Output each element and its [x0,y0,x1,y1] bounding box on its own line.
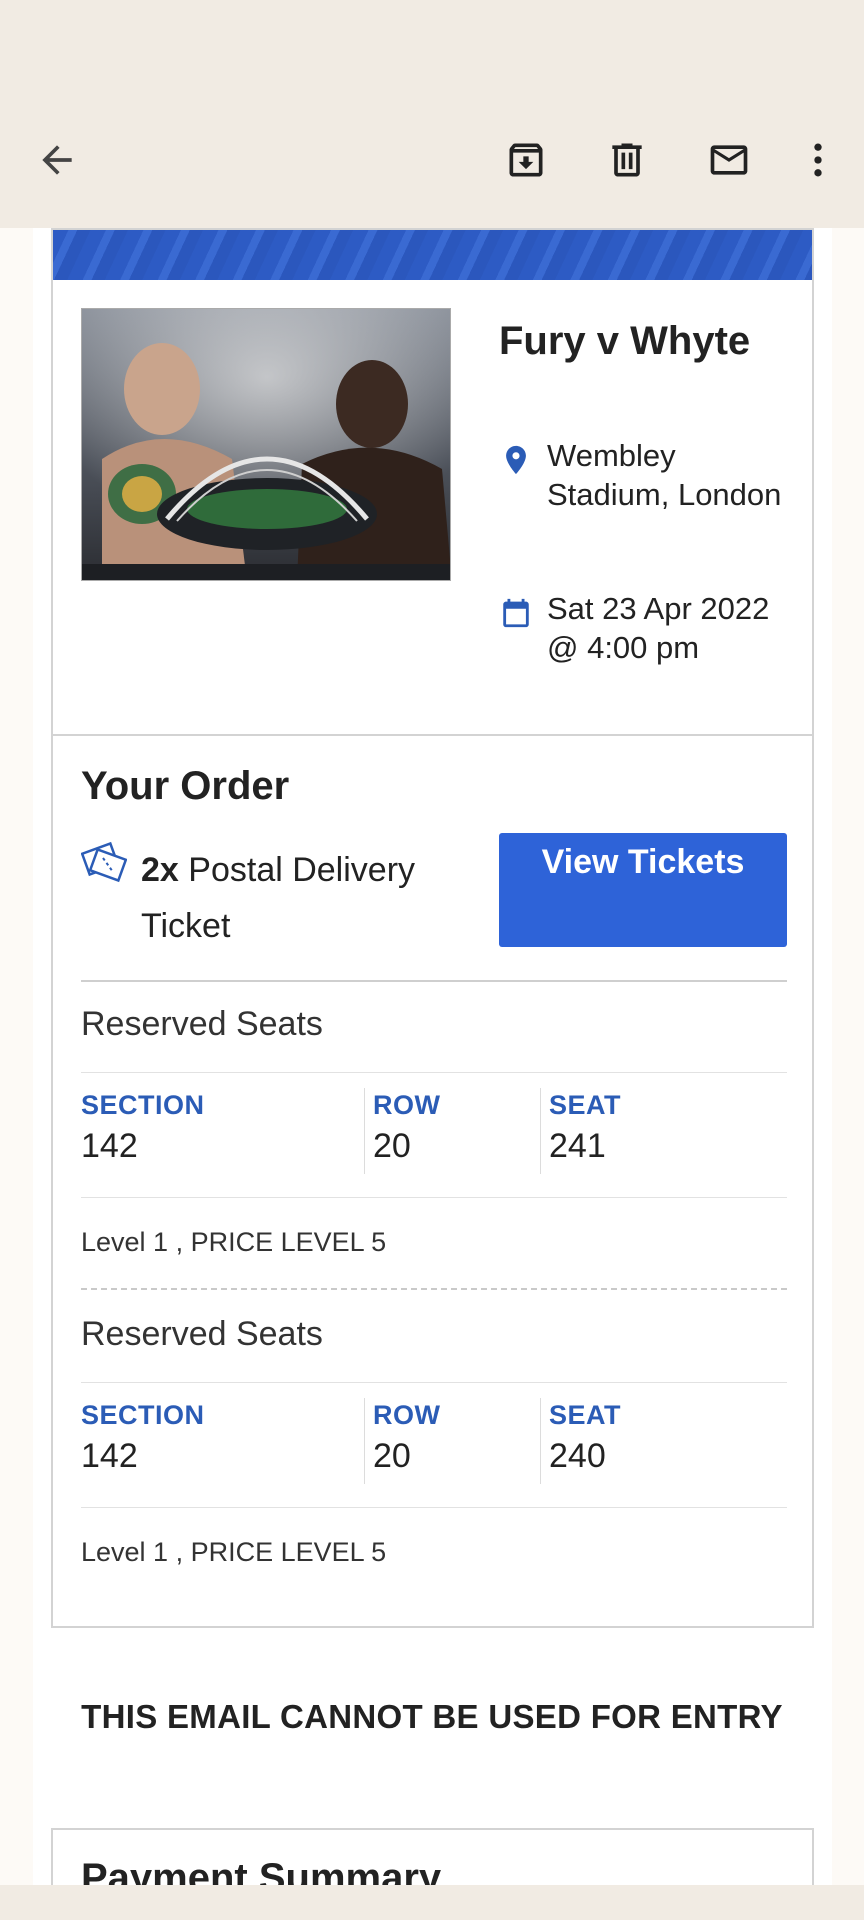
column-divider [364,1088,365,1174]
ticket-type: Postal Delivery Ticket [141,851,416,945]
divider [81,1072,787,1073]
row-column: ROW 20 [373,1400,440,1476]
seat-value: 240 [549,1437,606,1475]
row-label: ROW [373,1090,441,1120]
event-datetime: Sat 23 Apr 2022 @ 4:00 pm [547,591,770,665]
seat-value: 241 [549,1127,606,1165]
column-divider [540,1398,541,1484]
more-options-button[interactable] [788,130,848,190]
section-label: SECTION [81,1090,205,1120]
divider [81,980,787,982]
location-pin-icon [506,445,526,475]
mark-unread-button[interactable] [699,130,759,190]
divider [53,734,812,736]
mail-icon [710,145,748,175]
seat-label: SEAT [549,1400,622,1430]
archive-icon [509,143,543,177]
view-tickets-button[interactable]: View Tickets [499,833,787,947]
event-poster [81,308,451,581]
dashed-divider [81,1288,787,1290]
order-title: Your Order [81,764,290,808]
header-banner [53,230,812,280]
event-poster-graphic [82,309,450,580]
section-column: SECTION 142 [81,1090,205,1166]
app-bar [0,0,864,228]
section-column: SECTION 142 [81,1400,205,1476]
entry-notice: THIS EMAIL CANNOT BE USED FOR ENTRY [81,1698,783,1735]
trash-icon [612,143,642,177]
bottom-bar [0,1885,864,1920]
payment-summary-card: Payment Summary [51,1828,814,1885]
row-value: 20 [373,1127,411,1165]
divider [81,1507,787,1508]
seat-label: SEAT [549,1090,622,1120]
row-label: ROW [373,1400,441,1430]
divider [81,1382,787,1383]
row-value: 20 [373,1437,411,1475]
payment-summary-title: Payment Summary [81,1856,442,1885]
seat-column: SEAT 240 [549,1400,621,1476]
column-divider [540,1088,541,1174]
section-label: SECTION [81,1400,205,1430]
reserved-seats-title: Reserved Seats [81,1005,323,1043]
ticket-quantity: 2x [141,851,179,889]
seat-column: SEAT 241 [549,1090,621,1166]
archive-button[interactable] [496,130,556,190]
price-level: Level 1 , PRICE LEVEL 5 [81,1227,387,1257]
more-vert-icon [814,143,822,177]
delete-button[interactable] [597,130,657,190]
event-title: Fury v Whyte [499,319,751,363]
arrow-left-icon [42,145,72,175]
email-body: Fury v Whyte Wembley Stadium, London Sat… [0,228,864,1885]
row-column: ROW 20 [373,1090,440,1166]
column-divider [364,1398,365,1484]
ticket-icon [81,841,127,883]
divider [81,1197,787,1198]
back-button[interactable] [27,130,87,190]
section-value: 142 [81,1127,138,1165]
ticket-summary: 2x Postal Delivery Ticket [141,842,461,954]
section-value: 142 [81,1437,138,1475]
calendar-icon [503,598,529,628]
venue-text: Wembley Stadium, London [547,438,782,512]
reserved-seats-title: Reserved Seats [81,1315,323,1353]
order-card: Fury v Whyte Wembley Stadium, London Sat… [51,228,814,1628]
price-level: Level 1 , PRICE LEVEL 5 [81,1537,387,1567]
